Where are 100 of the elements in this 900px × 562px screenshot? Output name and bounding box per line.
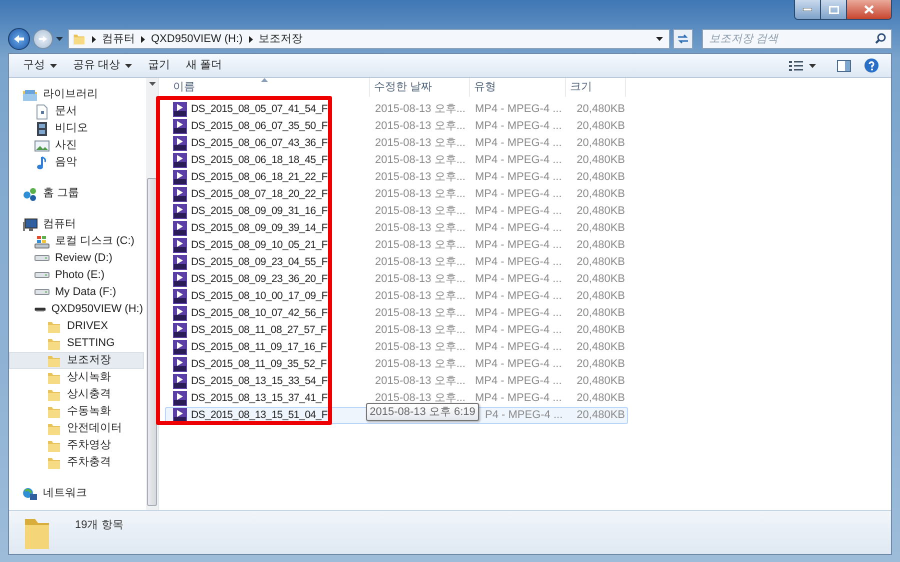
minimize-icon bbox=[803, 8, 812, 11]
file-row[interactable]: DS_2015_08_09_23_04_55_F 2015-08-13 오후... MP4 - MPEG-4 ... 20,480KB bbox=[165, 254, 628, 271]
nav-item[interactable]: 주차영상 bbox=[9, 437, 144, 454]
caret-icon bbox=[656, 37, 663, 41]
nav-item[interactable]: 문서 bbox=[9, 103, 144, 120]
column-header[interactable]: 크기 bbox=[566, 78, 626, 97]
modified-date: 2015-08-13 오후... bbox=[375, 171, 466, 184]
maximize-button[interactable] bbox=[821, 0, 847, 19]
video-file-icon bbox=[173, 340, 187, 355]
toolbar-button[interactable]: 굽기 bbox=[140, 56, 178, 76]
file-row[interactable]: DS_2015_08_13_15_33_54_F 2015-08-13 오후... MP4 - MPEG-4 ... 20,480KB bbox=[165, 373, 628, 390]
nav-item[interactable]: My Data (F:) bbox=[9, 284, 144, 301]
file-name: DS_2015_08_11_09_17_16_F bbox=[191, 340, 327, 355]
file-type: MP4 - MPEG-4 ... bbox=[475, 154, 562, 166]
file-row[interactable]: DS_2015_08_11_09_35_52_F 2015-08-13 오후... MP4 - MPEG-4 ... 20,480KB bbox=[165, 356, 628, 373]
back-button[interactable] bbox=[8, 28, 30, 50]
file-size: 20,480KB bbox=[576, 239, 625, 252]
help-button[interactable] bbox=[864, 56, 879, 76]
file-name: DS_2015_08_09_23_36_20_F bbox=[191, 272, 328, 287]
nav-item[interactable]: 수동녹화 bbox=[9, 403, 144, 420]
video-file-icon bbox=[173, 170, 187, 185]
toolbar-button[interactable]: 구성 bbox=[15, 56, 65, 76]
file-row[interactable]: DS_2015_08_06_18_21_22_F 2015-08-13 오후... MP4 - MPEG-4 ... 20,480KB bbox=[165, 169, 628, 186]
pane-icon bbox=[837, 60, 851, 72]
computer-icon bbox=[22, 216, 38, 232]
nav-item[interactable]: 라이브러리 bbox=[9, 86, 144, 103]
modified-date: 2015-08-13 오후... bbox=[375, 273, 466, 286]
toolbar-button[interactable]: 새 폴더 bbox=[178, 56, 230, 76]
nav-item[interactable]: 음악 bbox=[9, 154, 144, 171]
file-row[interactable]: DS_2015_08_05_07_41_54_F 2015-08-13 오후... MP4 - MPEG-4 ... 20,480KB bbox=[165, 101, 628, 118]
caret-icon bbox=[50, 64, 57, 68]
file-row[interactable]: DS_2015_08_11_08_27_57_F 2015-08-13 오후... MP4 - MPEG-4 ... 20,480KB bbox=[165, 322, 628, 339]
file-size: 20,480KB bbox=[576, 324, 625, 336]
nav-item[interactable]: 사진 bbox=[9, 137, 144, 154]
nav-item[interactable]: Photo (E:) bbox=[9, 267, 144, 284]
file-type: MP4 - MPEG-4 ... bbox=[475, 120, 562, 132]
nav-item[interactable]: 상시녹화 bbox=[9, 369, 144, 386]
file-row[interactable]: DS_2015_08_06_07_35_50_F 2015-08-13 오후... MP4 - MPEG-4 ... 20,480KB bbox=[165, 118, 628, 135]
file-row[interactable]: DS_2015_08_06_07_43_36_F 2015-08-13 오후... MP4 - MPEG-4 ... 20,480KB bbox=[165, 135, 628, 152]
file-row[interactable]: DS_2015_08_09_09_31_16_F 2015-08-13 오후... MP4 - MPEG-4 ... 20,480KB bbox=[165, 203, 628, 220]
file-row[interactable]: DS_2015_08_06_18_18_45_F 2015-08-13 오후... MP4 - MPEG-4 ... 20,480KB bbox=[165, 152, 628, 169]
close-button[interactable] bbox=[847, 0, 891, 19]
column-header[interactable]: 이름 bbox=[165, 78, 370, 97]
column-header[interactable]: 유형 bbox=[470, 78, 566, 97]
file-row[interactable]: DS_2015_08_11_09_17_16_F 2015-08-13 오후... MP4 - MPEG-4 ... 20,480KB bbox=[165, 339, 628, 356]
nav-item[interactable]: 보조저장 bbox=[9, 352, 144, 369]
file-name: DS_2015_08_09_09_39_14_F bbox=[191, 220, 328, 236]
nav-item[interactable]: 주차충격 bbox=[9, 454, 144, 471]
nav-item[interactable]: SETTING bbox=[9, 335, 144, 352]
file-row[interactable]: DS_2015_08_09_10_05_21_F 2015-08-13 오후... MP4 - MPEG-4 ... 20,480KB bbox=[165, 237, 628, 254]
file-size: 20,480KB bbox=[576, 205, 625, 218]
file-size: 20,480KB bbox=[576, 358, 625, 370]
nav-item[interactable]: 홈 그룹 bbox=[9, 185, 144, 202]
video-file-icon bbox=[173, 306, 187, 321]
breadcrumb-item[interactable]: QXD950VIEW (H:) bbox=[151, 30, 243, 48]
modified-date: 2015-08-13 오후... bbox=[375, 375, 466, 388]
modified-date: 2015-08-13 오후... bbox=[375, 239, 466, 252]
drive-icon bbox=[34, 272, 50, 279]
nav-item[interactable]: 네트워크 bbox=[9, 485, 144, 502]
file-name: DS_2015_08_13_15_37_41_F bbox=[191, 390, 328, 406]
nav-item[interactable]: QXD950VIEW (H:) bbox=[9, 301, 144, 318]
maximize-icon bbox=[828, 6, 838, 14]
nav-item[interactable]: 비디오 bbox=[9, 120, 144, 137]
nav-item[interactable]: 로컬 디스크 (C:) bbox=[9, 233, 144, 250]
breadcrumb-item[interactable]: 보조저장 bbox=[258, 30, 303, 48]
sort-arrow-icon bbox=[261, 78, 268, 82]
file-row[interactable]: DS_2015_08_10_07_42_56_F 2015-08-13 오후... MP4 - MPEG-4 ... 20,480KB bbox=[165, 305, 628, 322]
modified-date: 2015-08-13 오후... bbox=[375, 307, 466, 320]
homegroup-icon bbox=[22, 186, 38, 202]
nav-item[interactable]: 안전데이터 bbox=[9, 420, 144, 437]
file-name: DS_2015_08_06_18_21_22_F bbox=[191, 170, 328, 185]
nav-item[interactable]: DRIVEX bbox=[9, 318, 144, 335]
toolbar-button[interactable]: 공유 대상 bbox=[65, 56, 140, 76]
file-row[interactable]: DS_2015_08_07_18_20_22_F 2015-08-13 오후... MP4 - MPEG-4 ... 20,480KB bbox=[165, 186, 628, 203]
address-field[interactable]: 컴퓨터 QXD950VIEW (H:) 보조저장 bbox=[68, 29, 670, 49]
search-icon bbox=[875, 33, 886, 44]
modified-date: 2015-08-13 오후... bbox=[375, 154, 466, 166]
file-type: MP4 - MPEG-4 ... bbox=[475, 103, 562, 116]
refresh-button[interactable] bbox=[673, 29, 693, 49]
file-row[interactable]: DS_2015_08_10_00_17_09_F 2015-08-13 오후... MP4 - MPEG-4 ... 20,480KB bbox=[165, 288, 628, 305]
breadcrumb-item[interactable]: 컴퓨터 bbox=[102, 30, 135, 48]
nav-item[interactable]: Review (D:) bbox=[9, 250, 144, 267]
nav-item[interactable]: 상시충격 bbox=[9, 386, 144, 403]
file-type: MP4 - MPEG-4 ... bbox=[475, 239, 562, 252]
file-name: DS_2015_08_10_07_42_56_F bbox=[191, 306, 328, 321]
file-name: DS_2015_08_06_07_43_36_F bbox=[191, 136, 328, 151]
column-header[interactable]: 수정한 날짜 bbox=[370, 78, 470, 97]
search-field[interactable]: 보조저장 검색 bbox=[702, 29, 892, 49]
minimize-button[interactable] bbox=[795, 0, 821, 19]
caret-icon bbox=[148, 82, 156, 86]
file-row[interactable]: DS_2015_08_09_23_36_20_F 2015-08-13 오후... MP4 - MPEG-4 ... 20,480KB bbox=[165, 271, 628, 288]
list-view-icon bbox=[789, 60, 803, 70]
chevron-icon bbox=[248, 36, 253, 42]
file-row[interactable]: DS_2015_08_09_09_39_14_F 2015-08-13 오후... MP4 - MPEG-4 ... 20,480KB bbox=[165, 220, 628, 237]
history-dropdown[interactable] bbox=[56, 37, 65, 41]
nav-item[interactable]: 컴퓨터 bbox=[9, 216, 144, 233]
file-size: 20,480KB bbox=[576, 392, 625, 404]
file-name: DS_2015_08_07_18_20_22_F bbox=[191, 186, 328, 202]
file-name: DS_2015_08_13_15_33_54_F bbox=[191, 374, 328, 389]
video-file-icon bbox=[173, 221, 187, 236]
